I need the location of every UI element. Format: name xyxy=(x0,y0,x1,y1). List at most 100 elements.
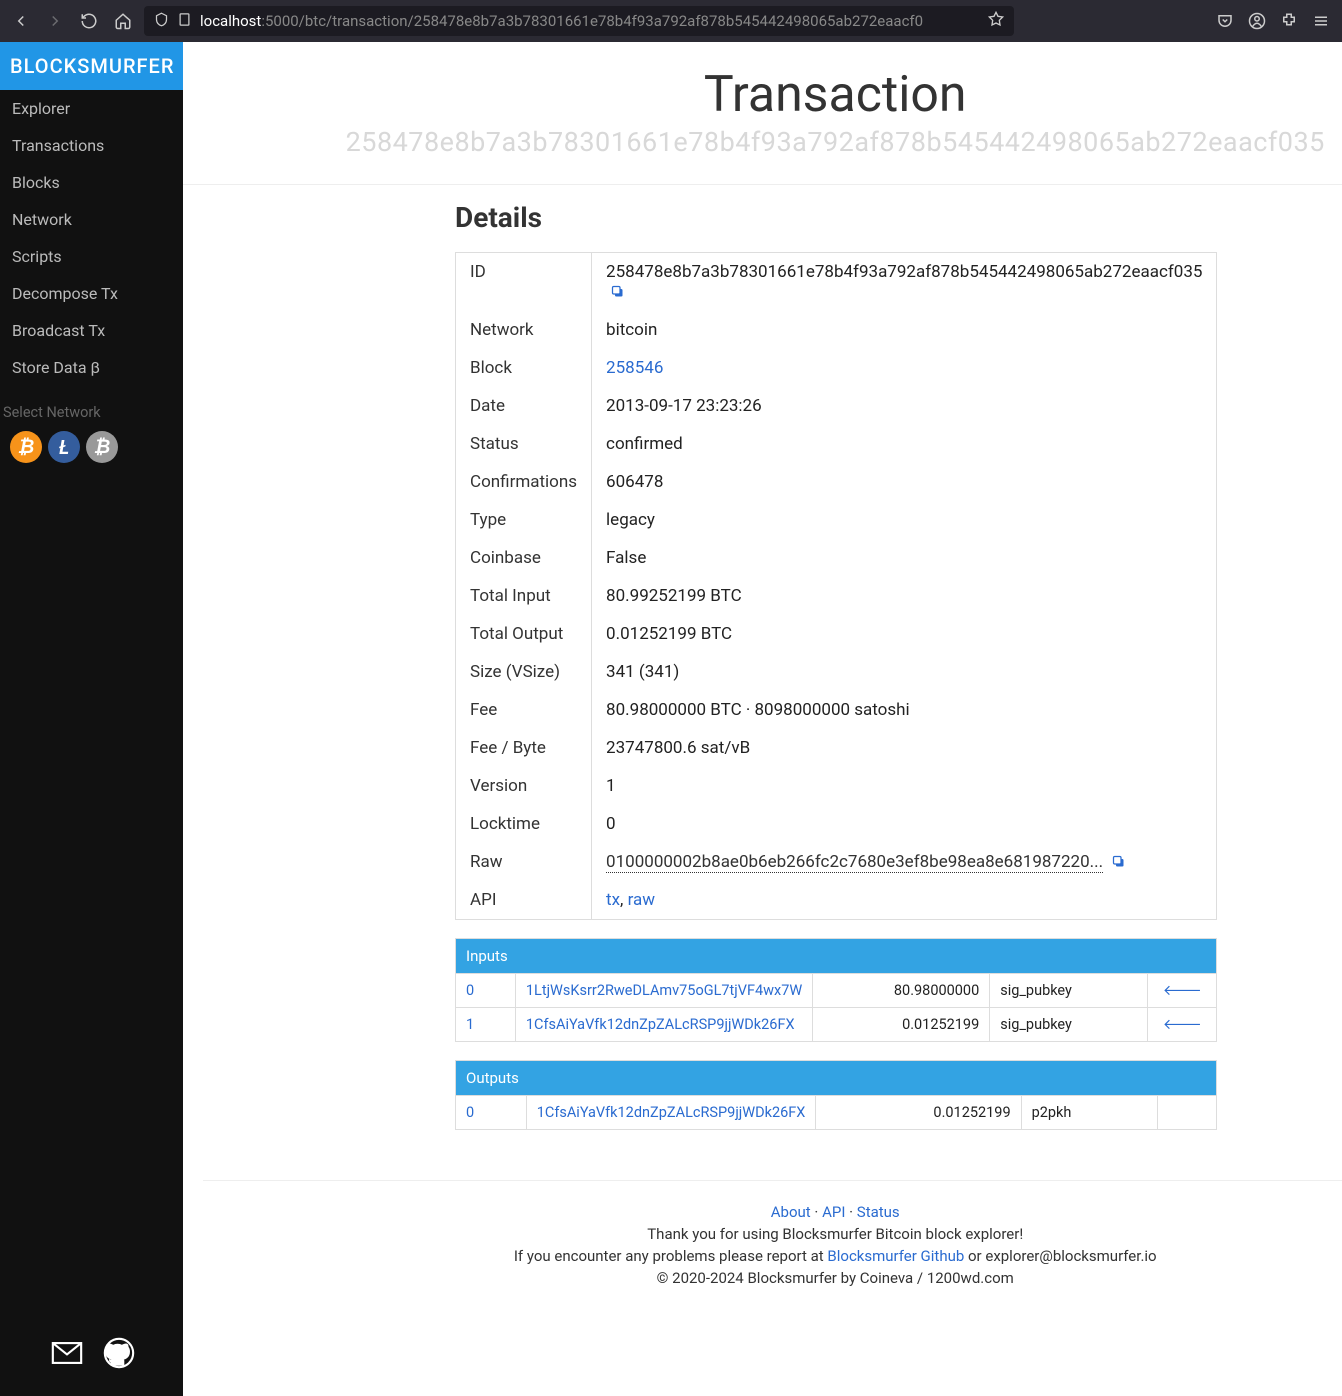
label-network: Network xyxy=(456,311,592,349)
value-date: 2013-09-17 23:23:26 xyxy=(592,387,1217,425)
label-type: Type xyxy=(456,501,592,539)
api-raw-link[interactable]: raw xyxy=(628,890,655,910)
sidebar-item-network[interactable]: Network xyxy=(0,201,183,238)
footer-status-link[interactable]: Status xyxy=(857,1203,900,1221)
mail-icon[interactable] xyxy=(50,1336,84,1374)
copy-raw-icon[interactable] xyxy=(1111,852,1126,872)
value-confirmations: 606478 xyxy=(592,463,1217,501)
value-total-input: 80.99252199 BTC xyxy=(592,577,1217,615)
output-row: 0 1CfsAiYaVfk12dnZpZALcRSP9jjWDk26FX 0.0… xyxy=(456,1096,1217,1130)
sidebar-item-broadcast[interactable]: Broadcast Tx xyxy=(0,312,183,349)
value-type: legacy xyxy=(592,501,1217,539)
sidebar-item-blocks[interactable]: Blocks xyxy=(0,164,183,201)
sidebar-item-storedata[interactable]: Store Data β xyxy=(0,349,183,386)
url-text: localhost:5000/btc/transaction/258478e8b… xyxy=(200,12,923,30)
input-address[interactable]: 1LtjWsKsrr2RweDLAmv75oGL7tjVF4wx7W xyxy=(526,982,802,999)
page-title: Transaction xyxy=(183,66,1342,124)
input-source-icon[interactable]: 🡐 xyxy=(1148,1008,1217,1042)
label-total-output: Total Output xyxy=(456,615,592,653)
output-script: p2pkh xyxy=(1021,1096,1158,1130)
footer-about-link[interactable]: About xyxy=(771,1203,811,1221)
sidebar-item-transactions[interactable]: Transactions xyxy=(0,127,183,164)
main-content: Transaction 258478e8b7a3b78301661e78b4f9… xyxy=(183,42,1342,1396)
input-index[interactable]: 0 xyxy=(466,982,474,999)
output-spent xyxy=(1158,1096,1217,1130)
transaction-hash: 258478e8b7a3b78301661e78b4f93a792af878b5… xyxy=(183,126,1342,158)
forward-button[interactable] xyxy=(42,8,68,34)
bitcoin-icon[interactable]: ₿ xyxy=(10,431,42,463)
page-footer: About · API · Status Thank you for using… xyxy=(203,1180,1342,1321)
input-row: 1 1CfsAiYaVfk12dnZpZALcRSP9jjWDk26FX 0.0… xyxy=(456,1008,1217,1042)
sidebar-footer xyxy=(0,1320,183,1396)
sidebar-item-scripts[interactable]: Scripts xyxy=(0,238,183,275)
url-bar[interactable]: localhost:5000/btc/transaction/258478e8b… xyxy=(144,6,1014,36)
github-icon[interactable] xyxy=(102,1336,136,1374)
inputs-table: Inputs 0 1LtjWsKsrr2RweDLAmv75oGL7tjVF4w… xyxy=(455,938,1217,1042)
testnet-icon[interactable]: ₿ xyxy=(86,431,118,463)
value-id: 258478e8b7a3b78301661e78b4f93a792af878b5… xyxy=(592,253,1217,312)
pocket-icon[interactable] xyxy=(1212,8,1238,34)
bookmark-icon[interactable] xyxy=(988,11,1004,31)
footer-github-link[interactable]: Blocksmurfer Github xyxy=(827,1247,964,1265)
value-version: 1 xyxy=(592,767,1217,805)
value-total-output: 0.01252199 BTC xyxy=(592,615,1217,653)
label-fee: Fee xyxy=(456,691,592,729)
details-table: ID 258478e8b7a3b78301661e78b4f93a792af87… xyxy=(455,252,1217,920)
label-fee-byte: Fee / Byte xyxy=(456,729,592,767)
label-size: Size (VSize) xyxy=(456,653,592,691)
input-index[interactable]: 1 xyxy=(466,1016,474,1033)
footer-thanks: Thank you for using Blocksmurfer Bitcoin… xyxy=(203,1225,1342,1243)
sidebar-nav: Explorer Transactions Blocks Network Scr… xyxy=(0,90,183,386)
value-status: confirmed xyxy=(592,425,1217,463)
value-block-link[interactable]: 258546 xyxy=(606,358,663,378)
input-amount: 0.01252199 xyxy=(813,1008,990,1042)
value-api: tx, raw xyxy=(592,881,1217,920)
label-coinbase: Coinbase xyxy=(456,539,592,577)
details-heading: Details xyxy=(455,201,1217,234)
label-block: Block xyxy=(456,349,592,387)
inputs-header: Inputs xyxy=(456,939,1217,974)
label-locktime: Locktime xyxy=(456,805,592,843)
brand[interactable]: BLOCKSMURFER xyxy=(0,42,183,90)
footer-problems: If you encounter any problems please rep… xyxy=(203,1247,1342,1265)
label-date: Date xyxy=(456,387,592,425)
label-raw: Raw xyxy=(456,843,592,881)
reload-button[interactable] xyxy=(76,8,102,34)
label-confirmations: Confirmations xyxy=(456,463,592,501)
value-raw: 0100000002b8ae0b6eb266fc2c7680e3ef8be98e… xyxy=(592,843,1217,881)
home-button[interactable] xyxy=(110,8,136,34)
sidebar-item-explorer[interactable]: Explorer xyxy=(0,90,183,127)
sidebar: BLOCKSMURFER Explorer Transactions Block… xyxy=(0,42,183,1396)
footer-api-link[interactable]: API xyxy=(822,1203,845,1221)
value-locktime: 0 xyxy=(592,805,1217,843)
back-button[interactable] xyxy=(8,8,34,34)
output-address[interactable]: 1CfsAiYaVfk12dnZpZALcRSP9jjWDk26FX xyxy=(537,1104,806,1121)
output-index[interactable]: 0 xyxy=(466,1104,474,1121)
input-address[interactable]: 1CfsAiYaVfk12dnZpZALcRSP9jjWDk26FX xyxy=(526,1016,795,1033)
extensions-icon[interactable] xyxy=(1276,8,1302,34)
menu-icon[interactable] xyxy=(1308,8,1334,34)
browser-toolbar: localhost:5000/btc/transaction/258478e8b… xyxy=(0,0,1342,42)
value-size: 341 (341) xyxy=(592,653,1217,691)
input-row: 0 1LtjWsKsrr2RweDLAmv75oGL7tjVF4wx7W 80.… xyxy=(456,974,1217,1008)
page-icon xyxy=(177,12,192,31)
input-source-icon[interactable]: 🡐 xyxy=(1148,974,1217,1008)
raw-link[interactable]: 0100000002b8ae0b6eb266fc2c7680e3ef8be98e… xyxy=(606,852,1103,873)
input-script: sig_pubkey xyxy=(990,974,1148,1008)
sidebar-item-decompose[interactable]: Decompose Tx xyxy=(0,275,183,312)
output-amount: 0.01252199 xyxy=(816,1096,1021,1130)
api-tx-link[interactable]: tx xyxy=(606,890,620,910)
network-selector: ₿ Ł ₿ xyxy=(0,431,183,463)
value-network: bitcoin xyxy=(592,311,1217,349)
shield-icon xyxy=(154,12,169,31)
copy-id-icon[interactable] xyxy=(610,282,625,302)
input-script: sig_pubkey xyxy=(990,1008,1148,1042)
outputs-header: Outputs xyxy=(456,1061,1217,1096)
label-version: Version xyxy=(456,767,592,805)
litecoin-icon[interactable]: Ł xyxy=(48,431,80,463)
label-api: API xyxy=(456,881,592,920)
outputs-table: Outputs 0 1CfsAiYaVfk12dnZpZALcRSP9jjWDk… xyxy=(455,1060,1217,1130)
select-network-label: Select Network xyxy=(0,386,183,431)
value-fee-byte: 23747800.6 sat/vB xyxy=(592,729,1217,767)
account-icon[interactable] xyxy=(1244,8,1270,34)
